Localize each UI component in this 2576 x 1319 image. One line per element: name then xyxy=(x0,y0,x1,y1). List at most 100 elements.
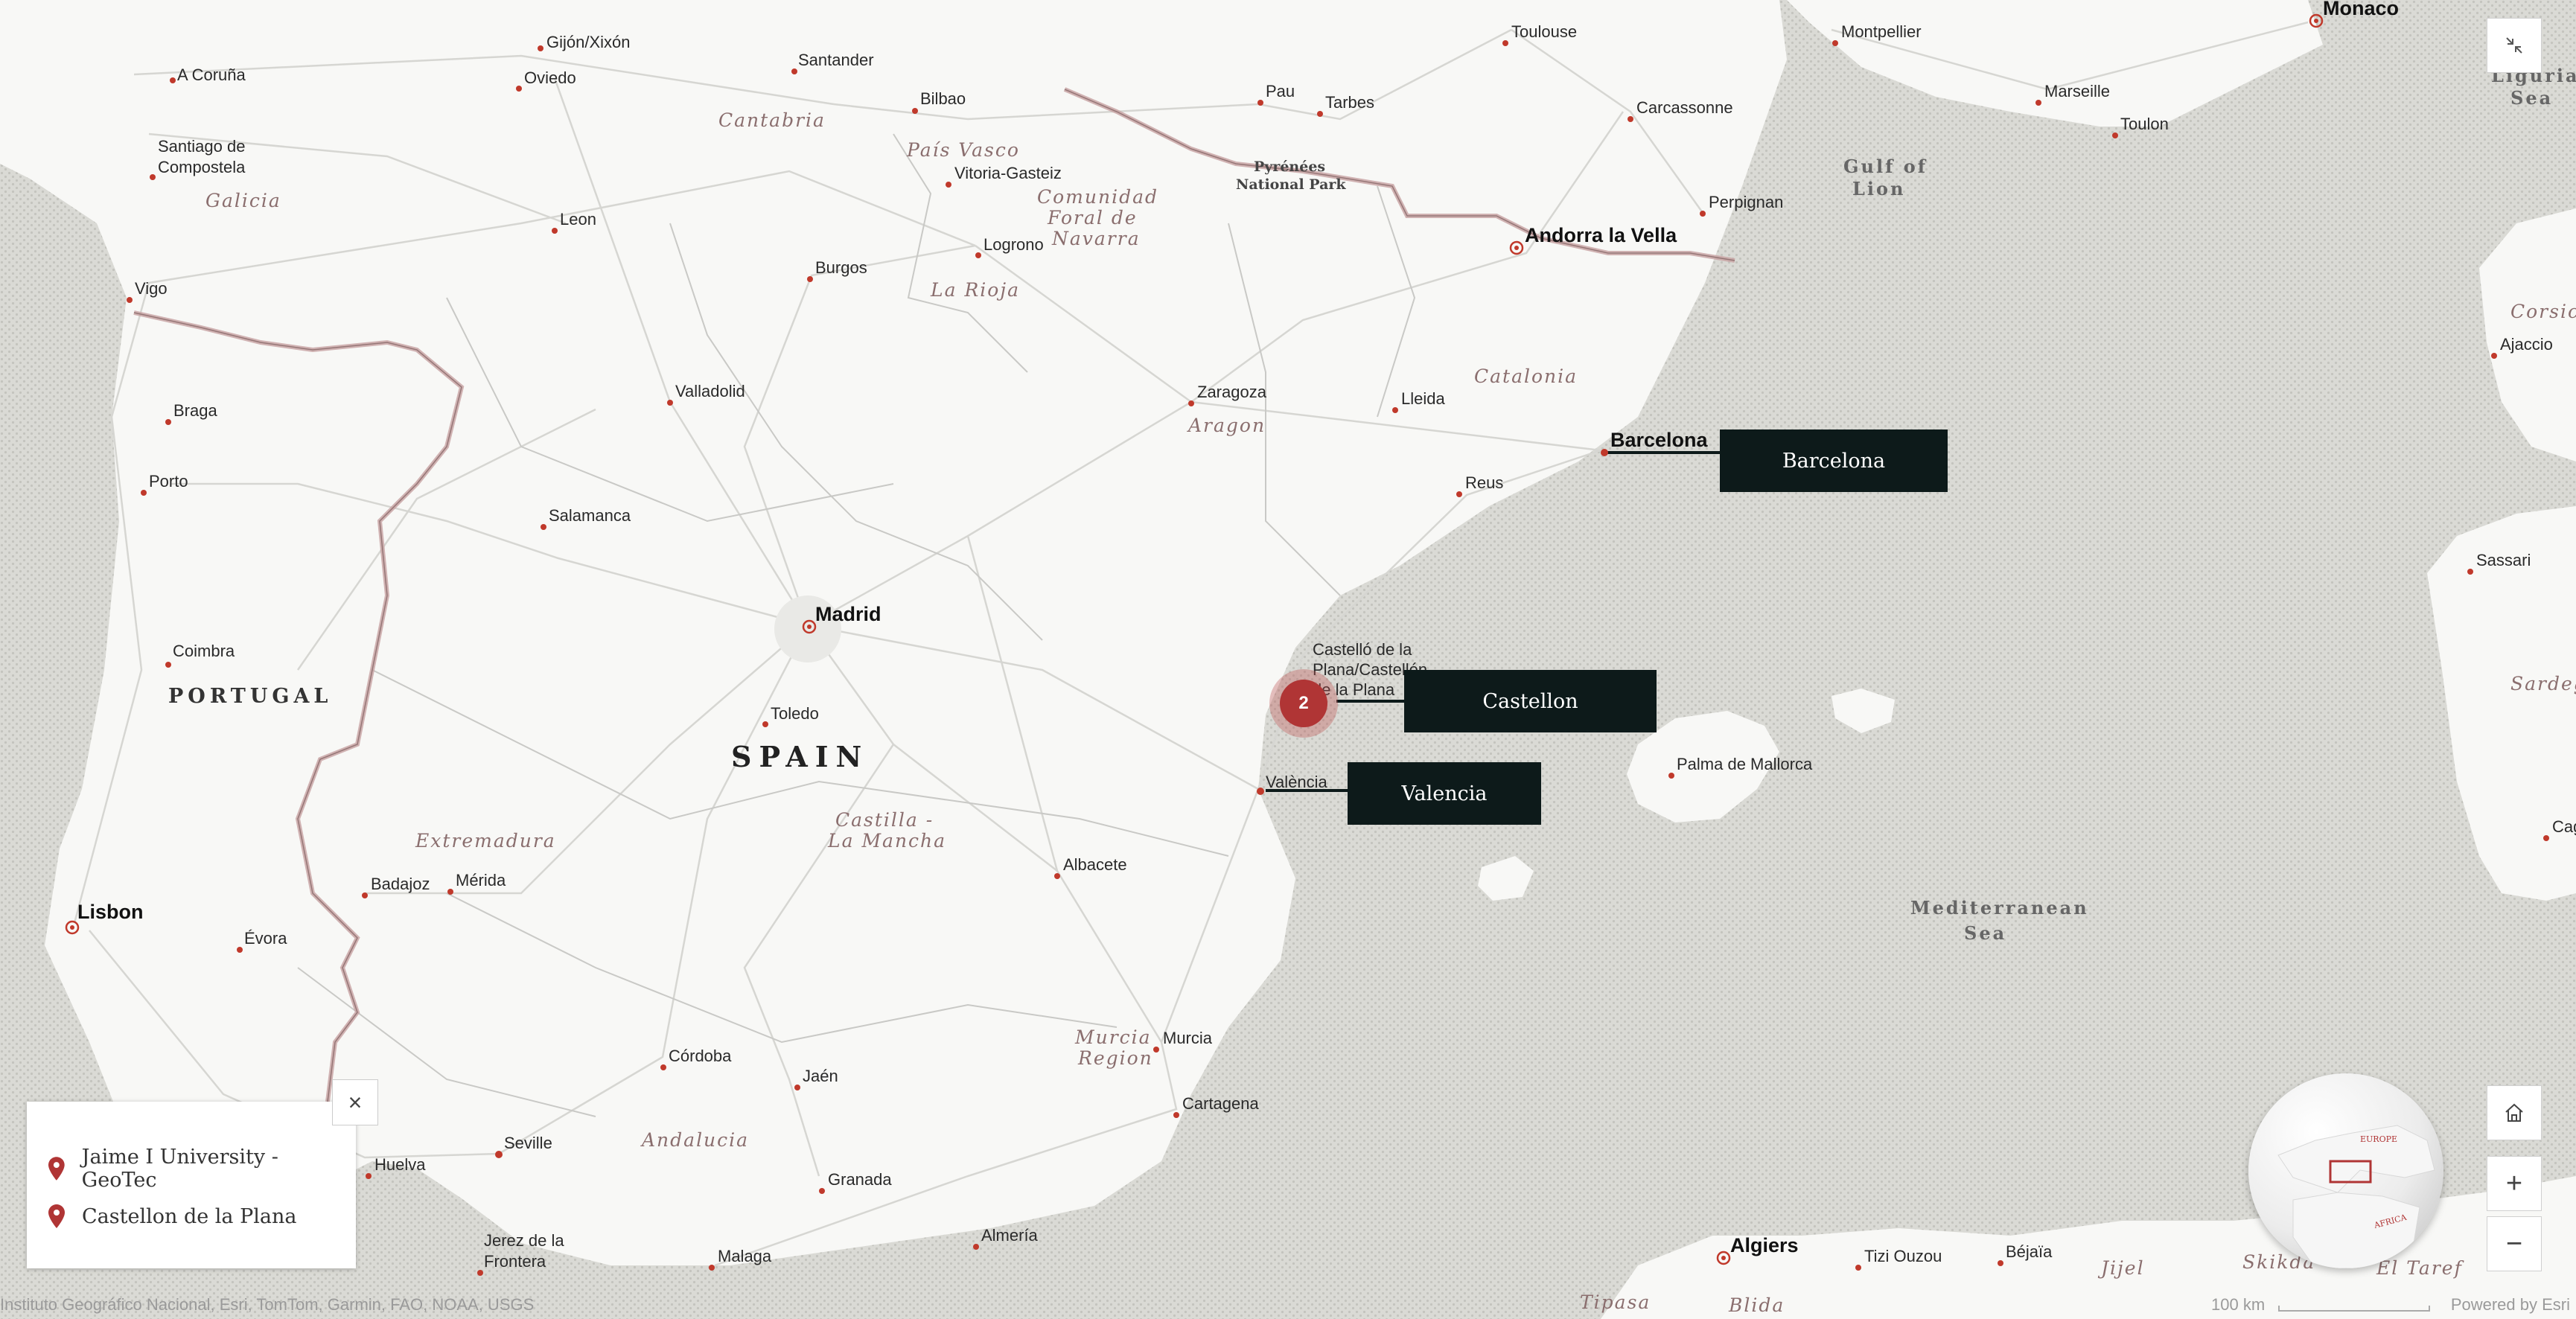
city-label-logrono: Logrono xyxy=(983,235,1044,254)
city-label-cartagena: Cartagena xyxy=(1182,1094,1260,1113)
city-label-barcelona: Barcelona xyxy=(1610,429,1709,451)
city-label-almeria: Almería xyxy=(981,1226,1039,1245)
legend-item[interactable]: Jaime I University - GeoTec xyxy=(27,1145,356,1192)
city-label-algiers: Algiers xyxy=(1730,1234,1799,1256)
city-label-santander: Santander xyxy=(798,51,874,69)
city-label-lleida: Lleida xyxy=(1401,389,1445,408)
region-label-navarra-3: Navarra xyxy=(1051,228,1141,249)
city-label-marseille: Marseille xyxy=(2044,82,2110,100)
city-label-toledo: Toledo xyxy=(771,704,819,723)
sea-label-gulf-of-lion-1: Gulf of xyxy=(1843,156,1928,177)
region-label-pais-vasco: País Vasco xyxy=(906,139,1020,161)
city-label-sassari: Sassari xyxy=(2476,551,2531,569)
country-label-spain: SPAIN xyxy=(731,740,869,773)
city-label-pau: Pau xyxy=(1266,82,1295,100)
region-label-galicia: Galicia xyxy=(205,190,281,211)
city-label-merida: Mérida xyxy=(456,871,506,890)
city-label-a-coruna: A Coruña xyxy=(177,66,246,84)
city-label-evora: Évora xyxy=(244,929,287,948)
city-label-cagliari: Cagl xyxy=(2552,817,2576,836)
city-label-bejaia: Béjaïa xyxy=(2006,1242,2053,1261)
scale-bar xyxy=(2278,1306,2430,1312)
city-label-andorra: Andorra la Vella xyxy=(1525,224,1677,246)
city-label-santiago-2: Compostela xyxy=(158,158,246,176)
city-label-bilbao: Bilbao xyxy=(920,89,966,108)
legend-item-label: Castellon de la Plana xyxy=(82,1204,297,1228)
region-label-tipasa: Tipasa xyxy=(1580,1291,1651,1313)
city-label-jaen: Jaén xyxy=(803,1067,838,1085)
region-label-el-taref: El Taref xyxy=(2376,1257,2464,1279)
city-label-lisbon: Lisbon xyxy=(77,901,144,923)
region-label-murcia-2: Region xyxy=(1077,1047,1153,1069)
legend-item[interactable]: Castellon de la Plana xyxy=(27,1192,356,1240)
city-label-jerez-1: Jerez de la xyxy=(484,1231,564,1250)
sea-label-mediterranean-2: Sea xyxy=(1964,922,2006,944)
home-button[interactable] xyxy=(2487,1085,2542,1140)
callout-castellon[interactable]: Castellon xyxy=(1404,670,1657,732)
cluster-count: 2 xyxy=(1280,680,1327,727)
sea-label-gulf-of-lion-2: Lion xyxy=(1852,178,1905,199)
city-label-cordoba: Córdoba xyxy=(669,1047,732,1065)
city-label-seville: Seville xyxy=(504,1134,552,1152)
city-label-gijon: Gijón/Xixón xyxy=(546,33,631,51)
city-label-granada: Granada xyxy=(828,1170,892,1189)
globe-map: EUROPE AFRICA xyxy=(2277,1125,2435,1268)
city-label-oviedo: Oviedo xyxy=(524,68,576,87)
city-label-carcassonne: Carcassonne xyxy=(1636,98,1733,117)
city-label-huelva: Huelva xyxy=(374,1155,426,1174)
city-label-santiago-1: Santiago de xyxy=(158,137,245,156)
city-label-madrid: Madrid xyxy=(815,603,881,625)
city-label-reus: Reus xyxy=(1465,473,1503,492)
region-label-cantabria: Cantabria xyxy=(718,109,826,131)
map-attribution[interactable]: Instituto Geográfico Nacional, Esri, Tom… xyxy=(0,1295,534,1315)
city-label-murcia: Murcia xyxy=(1163,1029,1213,1047)
region-label-la-rioja: La Rioja xyxy=(930,279,1020,301)
city-label-porto: Porto xyxy=(149,472,188,491)
callout-barcelona[interactable]: Barcelona xyxy=(1720,429,1948,492)
basemap[interactable]: A Coruña Gijón/Xixón Santander Oviedo Bi… xyxy=(0,0,2576,1319)
city-label-burgos: Burgos xyxy=(815,258,867,277)
region-label-extremadura: Extremadura xyxy=(415,830,556,852)
region-label-catalonia: Catalonia xyxy=(1474,365,1578,387)
region-label-castilla-2: La Mancha xyxy=(827,830,946,852)
region-label-castilla-1: Castilla - xyxy=(835,809,934,831)
region-label-navarra-1: Comunidad xyxy=(1037,186,1158,208)
city-label-toulon: Toulon xyxy=(2120,115,2169,133)
city-label-zaragoza: Zaragoza xyxy=(1197,383,1267,401)
city-label-braga: Braga xyxy=(173,401,217,420)
region-label-murcia-1: Murcia xyxy=(1074,1026,1152,1048)
city-label-albacete: Albacete xyxy=(1063,855,1127,874)
city-label-tarbes: Tarbes xyxy=(1325,93,1374,112)
shrink-icon xyxy=(2506,37,2522,54)
region-label-andalucia: Andalucia xyxy=(640,1129,749,1151)
city-label-malaga: Malaga xyxy=(718,1247,772,1265)
city-label-ajaccio: Ajaccio xyxy=(2500,335,2553,354)
home-icon xyxy=(2505,1103,2523,1122)
globe-label-europe: EUROPE xyxy=(2360,1134,2397,1144)
powered-by-link[interactable]: Powered by Esri xyxy=(2451,1295,2570,1315)
city-label-leon: Leon xyxy=(560,210,596,229)
cluster-marker[interactable]: 2 xyxy=(1269,669,1338,738)
zoom-out-button[interactable]: − xyxy=(2487,1216,2542,1271)
collapse-icon[interactable] xyxy=(2487,18,2542,73)
city-label-vitoria: Vitoria-Gasteiz xyxy=(954,164,1062,182)
overview-globe[interactable]: EUROPE AFRICA xyxy=(2248,1073,2443,1268)
map-pin-icon xyxy=(48,1157,65,1181)
map-pin-icon xyxy=(48,1204,65,1228)
country-label-portugal: PORTUGAL xyxy=(168,685,332,708)
city-label-vigo: Vigo xyxy=(135,279,168,298)
city-label-perpignan: Perpignan xyxy=(1709,193,1783,211)
city-label-valladolid: Valladolid xyxy=(675,382,745,400)
legend-panel: Jaime I University - GeoTec Castellon de… xyxy=(27,1102,356,1268)
callout-valencia[interactable]: Valencia xyxy=(1348,762,1541,825)
region-label-aragon: Aragon xyxy=(1187,415,1266,436)
region-label-navarra-2: Foral de xyxy=(1047,207,1138,229)
city-label-coimbra: Coimbra xyxy=(173,642,235,660)
city-label-castello-1: Castelló de la xyxy=(1313,640,1412,659)
sea-label-ligurian-2: Sea xyxy=(2510,87,2553,109)
close-icon[interactable]: × xyxy=(332,1079,378,1125)
scale-label: 100 km xyxy=(2211,1295,2266,1314)
region-label-blida: Blida xyxy=(1728,1294,1785,1316)
city-label-badajoz: Badajoz xyxy=(371,875,430,893)
zoom-in-button[interactable]: + xyxy=(2487,1156,2542,1211)
